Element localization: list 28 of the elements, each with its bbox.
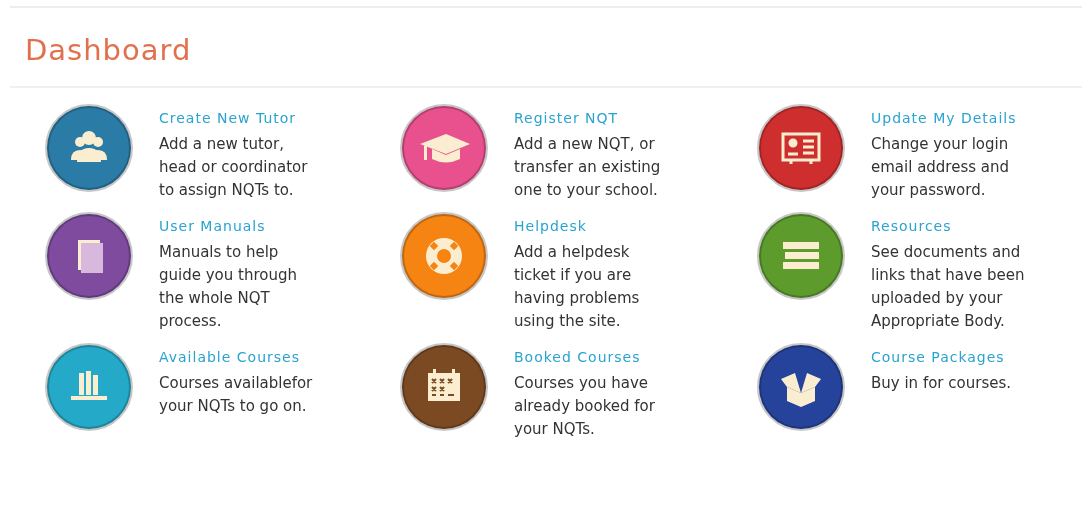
link-description: Add a new tutor, head or coordinator to assign NQTs to. (159, 134, 308, 201)
dashboard-link[interactable]: Resources (871, 217, 952, 235)
dashboard-link[interactable]: Create New Tutor (159, 109, 297, 127)
lifebuoy-icon[interactable] (400, 212, 488, 300)
dashboard-link[interactable]: Update My Details (871, 109, 1017, 127)
link-description: Add a new NQT, or transfer an existing one to your school. (514, 134, 661, 201)
dashboard-link[interactable]: User Manuals (159, 217, 266, 235)
dashboard-link[interactable]: Available Courses (159, 348, 300, 366)
link-description: Add a helpdesk ticket if you are having problems using the site. (514, 242, 640, 332)
link-description: See documents and links that have been uploaded by your Appropriate Body. (871, 242, 1025, 332)
dashboard-link[interactable]: Course Packages (871, 348, 1005, 366)
id-card-icon[interactable] (757, 104, 845, 192)
stack-icon[interactable] (757, 212, 845, 300)
dashboard-link[interactable]: Register NQT (514, 109, 619, 127)
link-description: Courses availablefor your NQTs to go on. (159, 373, 313, 417)
link-description: Change your login email address and your password. (871, 134, 1011, 201)
link-description: Courses you have already booked for your NQTs. (514, 373, 655, 440)
link-description: Buy in for courses. (871, 373, 1011, 394)
box-icon[interactable] (757, 343, 845, 431)
calendar-icon[interactable] (400, 343, 488, 431)
dashboard-link[interactable]: Booked Courses (514, 348, 641, 366)
books-icon[interactable] (45, 343, 133, 431)
dashboard-link[interactable]: Helpdesk (514, 217, 587, 235)
people-icon[interactable] (45, 104, 133, 192)
link-description: Manuals to help guide you through the whole NQT process. (159, 242, 297, 332)
page-title: Dashboard (24, 32, 193, 69)
book-icon[interactable] (45, 212, 133, 300)
graduation-cap-icon[interactable] (400, 104, 488, 192)
